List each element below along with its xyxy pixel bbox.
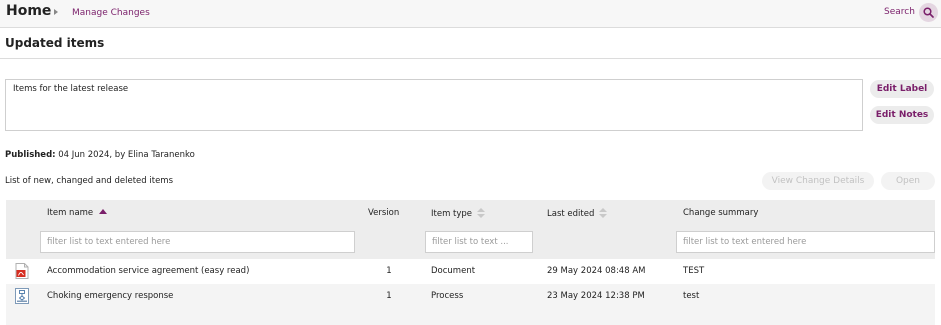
column-label-last-edited: Last edited: [547, 209, 595, 219]
item-last-edited: 23 May 2024 12:38 PM: [547, 291, 645, 301]
home-link[interactable]: Home: [6, 3, 51, 19]
view-change-details-button[interactable]: View Change Details: [762, 172, 874, 190]
open-button[interactable]: Open: [881, 172, 935, 190]
table-footer: [6, 309, 935, 325]
filter-item-name-input[interactable]: [40, 231, 355, 253]
column-header-version[interactable]: Version: [368, 208, 399, 218]
sort-icon: [477, 208, 486, 218]
list-caption: List of new, changed and deleted items: [5, 176, 174, 186]
search-button[interactable]: [919, 3, 938, 22]
column-header-item-type[interactable]: Item type: [431, 208, 486, 219]
item-type: Document: [431, 266, 476, 276]
item-version: 1: [386, 291, 392, 301]
search-label[interactable]: Search: [884, 7, 915, 17]
column-label-item-name: Item name: [47, 208, 94, 218]
item-name[interactable]: Choking emergency response: [47, 291, 173, 301]
column-label-version: Version: [368, 208, 400, 218]
column-label-change-summary: Change summary: [683, 208, 759, 218]
item-type: Process: [431, 291, 464, 301]
column-header-last-edited[interactable]: Last edited: [547, 208, 608, 219]
published-info: Published: 04 Jun 2024, by Elina Taranen…: [5, 150, 195, 160]
item-change-summary: TEST: [683, 266, 705, 276]
column-header-change-summary[interactable]: Change summary: [683, 208, 758, 218]
search-icon: [923, 7, 934, 18]
release-notes-text: Items for the latest release: [13, 84, 129, 94]
item-change-summary: test: [683, 291, 700, 301]
table-row[interactable]: Accommodation service agreement (easy re…: [6, 259, 935, 284]
item-version: 1: [386, 266, 392, 276]
column-header-item-name[interactable]: Item name: [47, 208, 108, 218]
table-header: Item name Version Item type Last edited …: [6, 200, 935, 259]
edit-label-button[interactable]: Edit Label: [870, 80, 934, 98]
item-last-edited: 29 May 2024 08:48 AM: [547, 266, 646, 276]
filter-item-type-input[interactable]: [425, 231, 533, 253]
page-title: Updated items: [5, 36, 105, 50]
published-value: 04 Jun 2024, by Elina Taranenko: [55, 150, 195, 160]
title-divider: [0, 58, 941, 59]
filter-change-summary-input[interactable]: [676, 231, 935, 253]
published-label: Published:: [5, 150, 56, 160]
column-label-item-type: Item type: [431, 209, 473, 219]
item-name[interactable]: Accommodation service agreement (easy re…: [47, 266, 249, 276]
sort-icon: [599, 208, 608, 218]
release-notes-box: Items for the latest release: [5, 79, 863, 131]
pdf-document-icon: [15, 263, 29, 279]
edit-notes-button[interactable]: Edit Notes: [870, 106, 934, 124]
sort-ascending-icon: [99, 209, 108, 214]
breadcrumb-arrow-icon: [54, 9, 58, 15]
process-diagram-icon: [15, 288, 29, 304]
breadcrumb-manage-changes[interactable]: Manage Changes: [72, 8, 150, 18]
top-bar: Home Manage Changes Search: [0, 0, 941, 28]
table-row[interactable]: Choking emergency response 1 Process 23 …: [6, 284, 935, 309]
